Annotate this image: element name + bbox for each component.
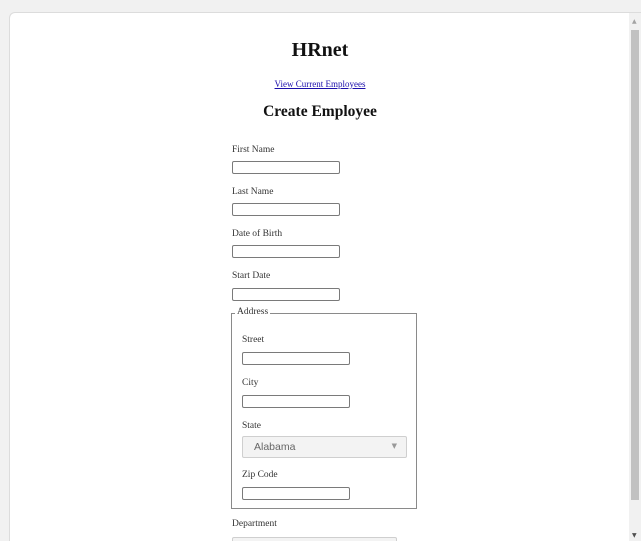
page-title: HRnet xyxy=(291,39,349,61)
date-of-birth-input[interactable] xyxy=(232,245,340,258)
view-current-employees-link[interactable]: View Current Employees xyxy=(275,79,366,89)
department-label: Department xyxy=(232,519,277,529)
last-name-label: Last Name xyxy=(232,187,274,197)
date-of-birth-label: Date of Birth xyxy=(232,229,283,239)
first-name-label: First Name xyxy=(232,145,275,155)
start-date-input[interactable] xyxy=(232,288,340,301)
city-input[interactable] xyxy=(242,395,350,408)
start-date-label: Start Date xyxy=(232,271,271,281)
vertical-scrollbar[interactable]: ▲ ▼ xyxy=(629,13,641,541)
last-name-input[interactable] xyxy=(232,203,340,216)
chevron-down-icon: ▼ xyxy=(391,442,397,450)
nav-link-container: View Current Employees xyxy=(10,79,630,89)
page-content: HRnet View Current Employees Create Empl… xyxy=(10,13,630,541)
scrollbar-thumb[interactable] xyxy=(631,30,639,500)
first-name-input[interactable] xyxy=(232,161,340,174)
scroll-up-arrow-icon[interactable]: ▲ xyxy=(632,18,637,25)
city-label: City xyxy=(242,378,259,388)
street-input[interactable] xyxy=(242,352,350,365)
state-label: State xyxy=(242,421,261,431)
scroll-down-arrow-icon[interactable]: ▼ xyxy=(632,532,637,539)
zip-code-label: Zip Code xyxy=(242,470,278,480)
address-legend: Address xyxy=(235,307,271,317)
department-select[interactable] xyxy=(232,537,397,541)
zip-code-input[interactable] xyxy=(242,487,350,500)
browser-viewport: HRnet View Current Employees Create Empl… xyxy=(9,12,641,541)
form-heading: Create Employee xyxy=(263,103,377,120)
state-select-value: Alabama xyxy=(254,441,296,453)
state-select[interactable]: Alabama ▼ xyxy=(242,436,407,458)
street-label: Street xyxy=(242,335,265,345)
